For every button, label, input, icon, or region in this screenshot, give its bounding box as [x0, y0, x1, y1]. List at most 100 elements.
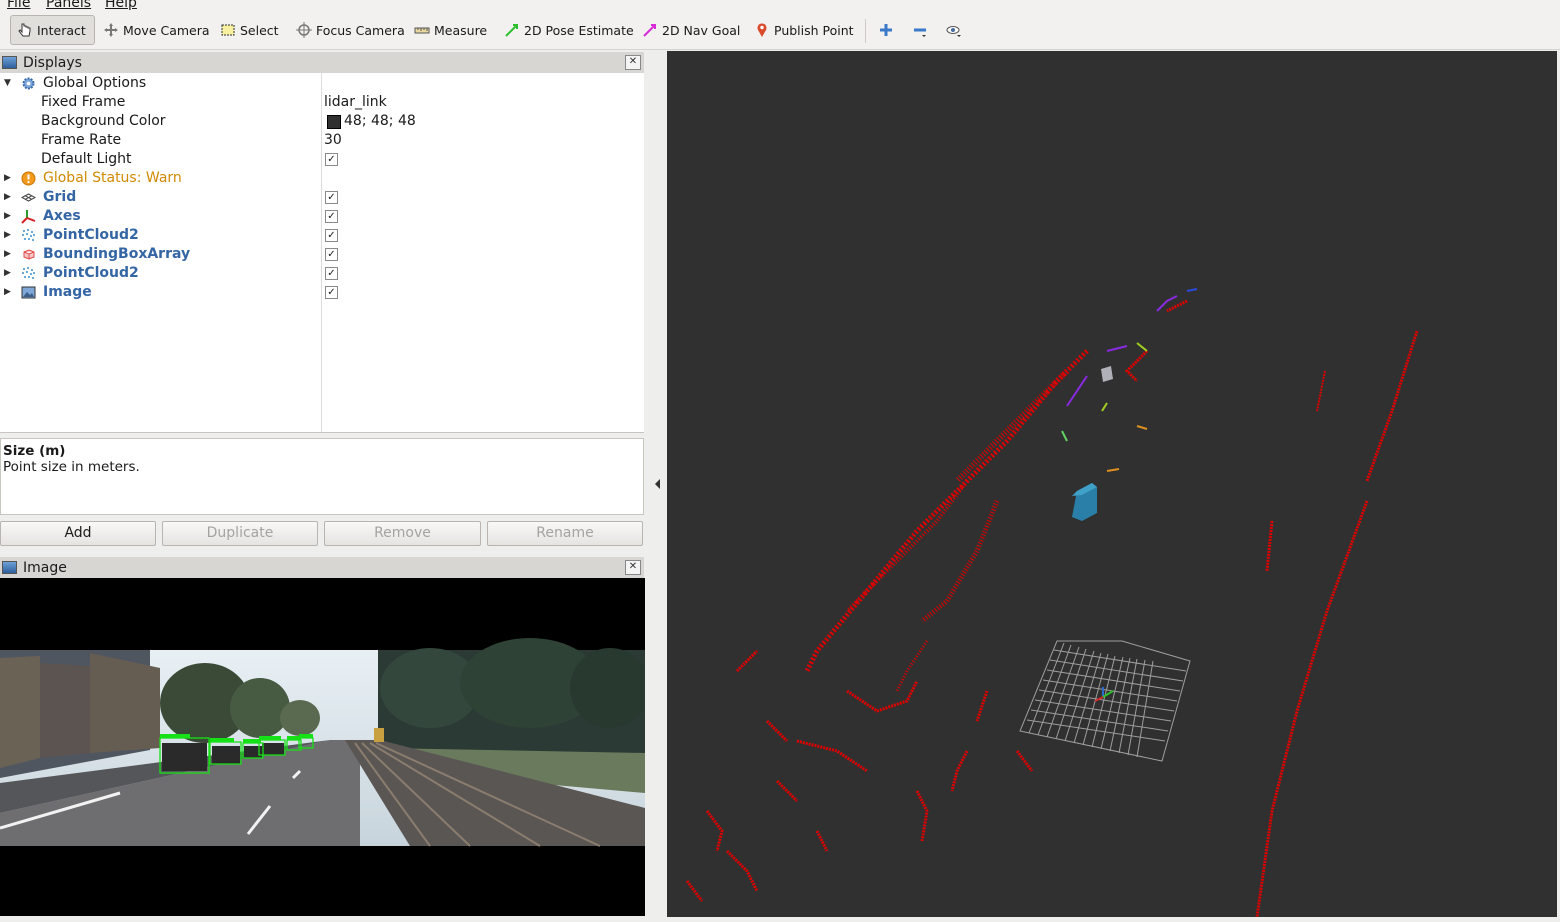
property-value[interactable]: lidar_link [324, 93, 387, 112]
property-description: Size (m) Point size in meters. [0, 438, 644, 515]
tree-item-pointcloud2[interactable]: ▶ PointCloud2 ✓ [0, 226, 644, 245]
default-light-checkbox[interactable]: ✓ [325, 153, 338, 166]
menu-file[interactable]: File [7, 0, 30, 11]
tree-item-grid[interactable]: ▶ Grid ✓ [0, 188, 644, 207]
collapsed-arrow-icon[interactable]: ▶ [4, 245, 12, 264]
interact-label: Interact [37, 22, 86, 38]
image-panel-header: Image ✕ [0, 557, 644, 578]
panel-splitter[interactable] [650, 51, 666, 917]
hand-pointer-icon [17, 22, 33, 38]
pose-estimate-label: 2D Pose Estimate [524, 22, 634, 38]
description-text: Point size in meters. [3, 459, 140, 475]
collapsed-arrow-icon[interactable]: ▶ [4, 188, 12, 207]
eye-icon [946, 22, 962, 38]
color-swatch[interactable] [327, 115, 341, 129]
image-panel-title: Image [23, 559, 67, 576]
measure-tool-button[interactable]: Measure [408, 15, 493, 45]
display-enabled-checkbox[interactable]: ✓ [325, 248, 338, 261]
plus-icon [878, 22, 894, 38]
publish-point-tool-button[interactable]: Publish Point [748, 15, 860, 45]
nav-goal-tool-button[interactable]: 2D Nav Goal [636, 15, 746, 45]
collapsed-arrow-icon[interactable]: ▶ [4, 226, 12, 245]
collapsed-arrow-icon[interactable]: ▶ [4, 169, 12, 188]
publish-point-label: Publish Point [774, 22, 854, 38]
display-enabled-checkbox[interactable]: ✓ [325, 229, 338, 242]
collapsed-arrow-icon[interactable]: ▶ [4, 207, 12, 226]
map-pin-icon [754, 22, 770, 38]
selection-rectangle-icon [220, 22, 236, 38]
duplicate-button[interactable]: Duplicate [162, 521, 318, 546]
pose-estimate-tool-button[interactable]: 2D Pose Estimate [498, 15, 640, 45]
display-enabled-checkbox[interactable]: ✓ [325, 210, 338, 223]
ground-grid [1019, 640, 1191, 762]
select-label: Select [240, 22, 279, 38]
property-name: Fixed Frame [41, 94, 126, 110]
3d-render-view[interactable] [667, 51, 1557, 917]
tree-item-axes[interactable]: ▶ Axes ✓ [0, 207, 644, 226]
add-tool-button[interactable] [872, 15, 900, 45]
ruler-icon [414, 22, 430, 38]
collapsed-arrow-icon[interactable]: ▶ [4, 283, 12, 302]
close-icon[interactable]: ✕ [625, 560, 641, 575]
rename-button[interactable]: Rename [487, 521, 643, 546]
gear-icon [21, 76, 36, 91]
property-name: Default Light [41, 151, 132, 167]
description-title: Size (m) [3, 443, 66, 459]
display-label: Axes [43, 208, 81, 224]
axes-icon [21, 209, 36, 224]
minus-icon [912, 22, 928, 38]
view-tool-button[interactable] [940, 15, 970, 45]
close-icon[interactable]: ✕ [625, 55, 641, 70]
displays-title: Displays [23, 54, 82, 71]
expanded-arrow-icon[interactable]: ▼ [4, 74, 12, 93]
warning-icon [21, 171, 36, 186]
global-options-label: Global Options [43, 75, 147, 91]
move-camera-tool-button[interactable]: Move Camera [97, 15, 216, 45]
display-label: PointCloud2 [43, 265, 139, 281]
display-enabled-checkbox[interactable]: ✓ [325, 191, 338, 204]
menu-help[interactable]: Help [105, 0, 137, 11]
display-label: PointCloud2 [43, 227, 139, 243]
tree-item-global-options[interactable]: ▼ Global Options [0, 74, 644, 93]
focus-camera-tool-button[interactable]: Focus Camera [290, 15, 411, 45]
tree-item-pointcloud2[interactable]: ▶ PointCloud2 ✓ [0, 264, 644, 283]
nav-goal-label: 2D Nav Goal [662, 22, 741, 38]
property-row-frame-rate[interactable]: Frame Rate 30 [0, 131, 644, 150]
menu-panels[interactable]: Panels [46, 0, 91, 11]
measure-label: Measure [434, 22, 488, 38]
far-point-cluster [1061, 288, 1198, 472]
property-value[interactable]: 30 [324, 131, 342, 150]
select-tool-button[interactable]: Select [214, 15, 285, 45]
tree-item-boundingboxarray[interactable]: ▶ BoundingBoxArray ✓ [0, 245, 644, 264]
point-cloud-points [685, 299, 1419, 917]
toolbar: Interact Move Camera Select Focus Camera… [0, 11, 1560, 50]
display-label: Image [43, 284, 92, 300]
property-row-default-light[interactable]: Default Light ✓ [0, 150, 644, 169]
display-enabled-checkbox[interactable]: ✓ [325, 267, 338, 280]
add-button[interactable]: Add [0, 521, 156, 546]
property-row-background-color[interactable]: Background Color 48; 48; 48 [0, 112, 644, 131]
display-label: BoundingBoxArray [43, 246, 191, 262]
tree-item-global-status[interactable]: ▶ Global Status: Warn [0, 169, 644, 188]
property-value[interactable]: 48; 48; 48 [344, 112, 416, 131]
collapsed-arrow-icon[interactable]: ▶ [4, 264, 12, 283]
move-arrows-icon [103, 22, 119, 38]
camera-image-view [0, 578, 650, 916]
remove-button[interactable]: Remove [324, 521, 481, 546]
point-cloud-icon [21, 228, 36, 243]
green-arrow-icon [504, 22, 520, 38]
global-status-label: Global Status: Warn [43, 170, 182, 186]
point-cloud-scene[interactable] [667, 51, 1557, 917]
crosshair-icon [296, 22, 312, 38]
display-enabled-checkbox[interactable]: ✓ [325, 286, 338, 299]
property-row-fixed-frame[interactable]: Fixed Frame lidar_link [0, 93, 644, 112]
toolbar-separator [865, 19, 866, 43]
remove-tool-button[interactable] [906, 15, 936, 45]
point-cloud-icon [21, 266, 36, 281]
monitor-icon [2, 56, 17, 69]
interact-tool-button[interactable]: Interact [10, 15, 95, 45]
displays-panel-header: Displays ✕ [0, 52, 644, 73]
grid-icon [20, 190, 37, 205]
focus-camera-label: Focus Camera [316, 22, 405, 38]
tree-item-image[interactable]: ▶ Image ✓ [0, 283, 644, 302]
